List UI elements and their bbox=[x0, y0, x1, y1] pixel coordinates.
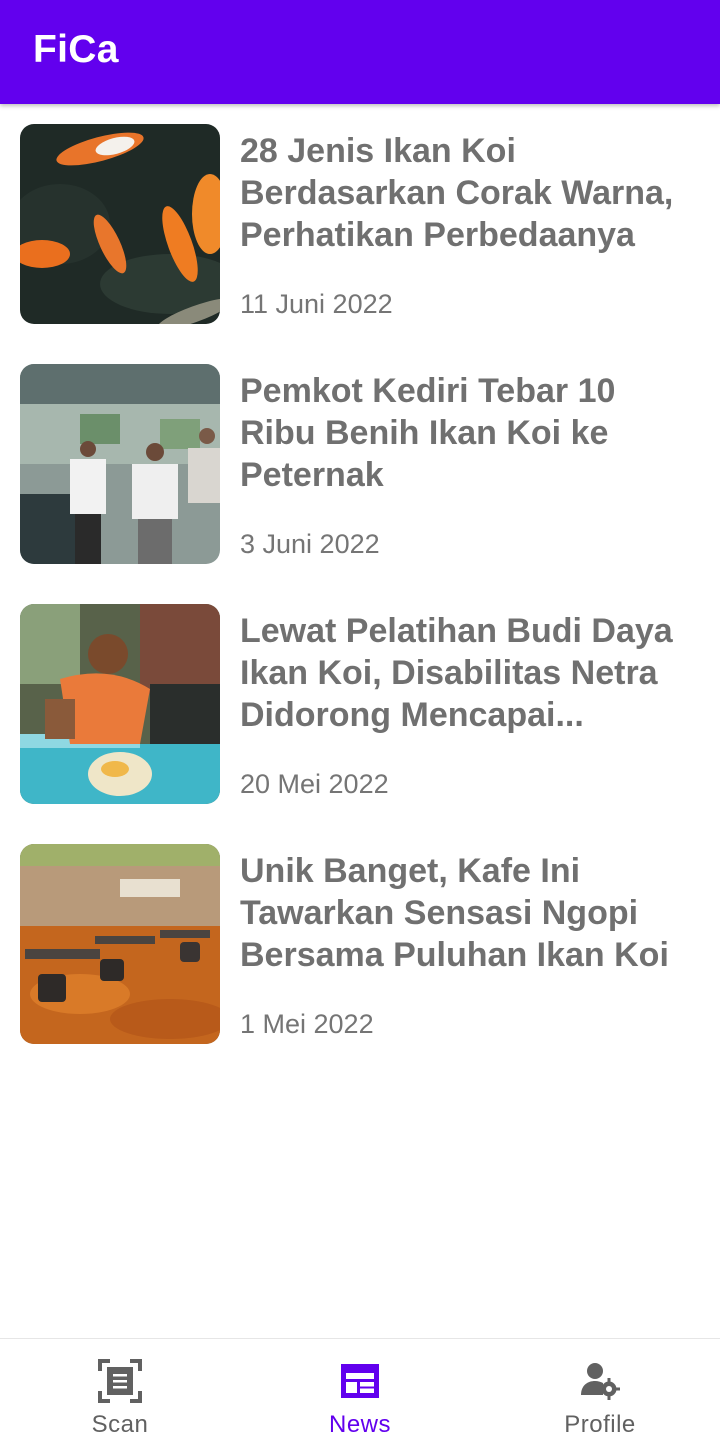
news-date: 11 Juni 2022 bbox=[240, 289, 393, 319]
news-thumbnail bbox=[20, 124, 220, 324]
news-thumbnail bbox=[20, 364, 220, 564]
nav-label-profile: Profile bbox=[564, 1411, 636, 1438]
scan-icon bbox=[98, 1359, 142, 1403]
nav-label-scan: Scan bbox=[91, 1411, 149, 1438]
news-thumbnail bbox=[20, 604, 220, 804]
nav-item-scan[interactable]: Scan bbox=[0, 1339, 240, 1443]
koi-fish-photo bbox=[20, 124, 220, 324]
officials-at-fish-farm-photo bbox=[20, 364, 220, 564]
news-title: Unik Banget, Kafe Ini Tawarkan Sensasi N… bbox=[240, 852, 669, 974]
app-title: FiCa bbox=[33, 28, 119, 71]
news-item[interactable]: 28 Jenis Ikan Koi Berdasarkan Corak Warn… bbox=[0, 124, 720, 324]
news-thumbnail bbox=[20, 844, 220, 1044]
man-holding-koi-photo bbox=[20, 604, 220, 804]
news-icon bbox=[341, 1364, 379, 1398]
news-title: 28 Jenis Ikan Koi Berdasarkan Corak Warn… bbox=[240, 132, 674, 254]
app-bar: FiCa bbox=[0, 0, 720, 104]
nav-item-news[interactable]: News bbox=[240, 1339, 480, 1443]
koi-cafe-photo bbox=[20, 844, 220, 1044]
news-date: 20 Mei 2022 bbox=[240, 769, 389, 799]
profile-settings-icon bbox=[581, 1363, 620, 1400]
nav-label-news: News bbox=[328, 1411, 391, 1438]
news-item[interactable]: Lewat Pelatihan Budi Daya Ikan Koi, Disa… bbox=[0, 604, 720, 804]
news-title: Pemkot Kediri Tebar 10 Ribu Benih Ikan K… bbox=[240, 372, 616, 494]
news-date: 3 Juni 2022 bbox=[240, 529, 380, 559]
nav-item-profile[interactable]: Profile bbox=[480, 1339, 720, 1443]
news-item[interactable]: Unik Banget, Kafe Ini Tawarkan Sensasi N… bbox=[0, 844, 720, 1044]
bottom-navigation: Scan News Profile bbox=[0, 1338, 720, 1443]
news-date: 1 Mei 2022 bbox=[240, 1009, 374, 1039]
news-item[interactable]: Pemkot Kediri Tebar 10 Ribu Benih Ikan K… bbox=[0, 364, 720, 564]
news-title: Lewat Pelatihan Budi Daya Ikan Koi, Disa… bbox=[240, 612, 673, 734]
